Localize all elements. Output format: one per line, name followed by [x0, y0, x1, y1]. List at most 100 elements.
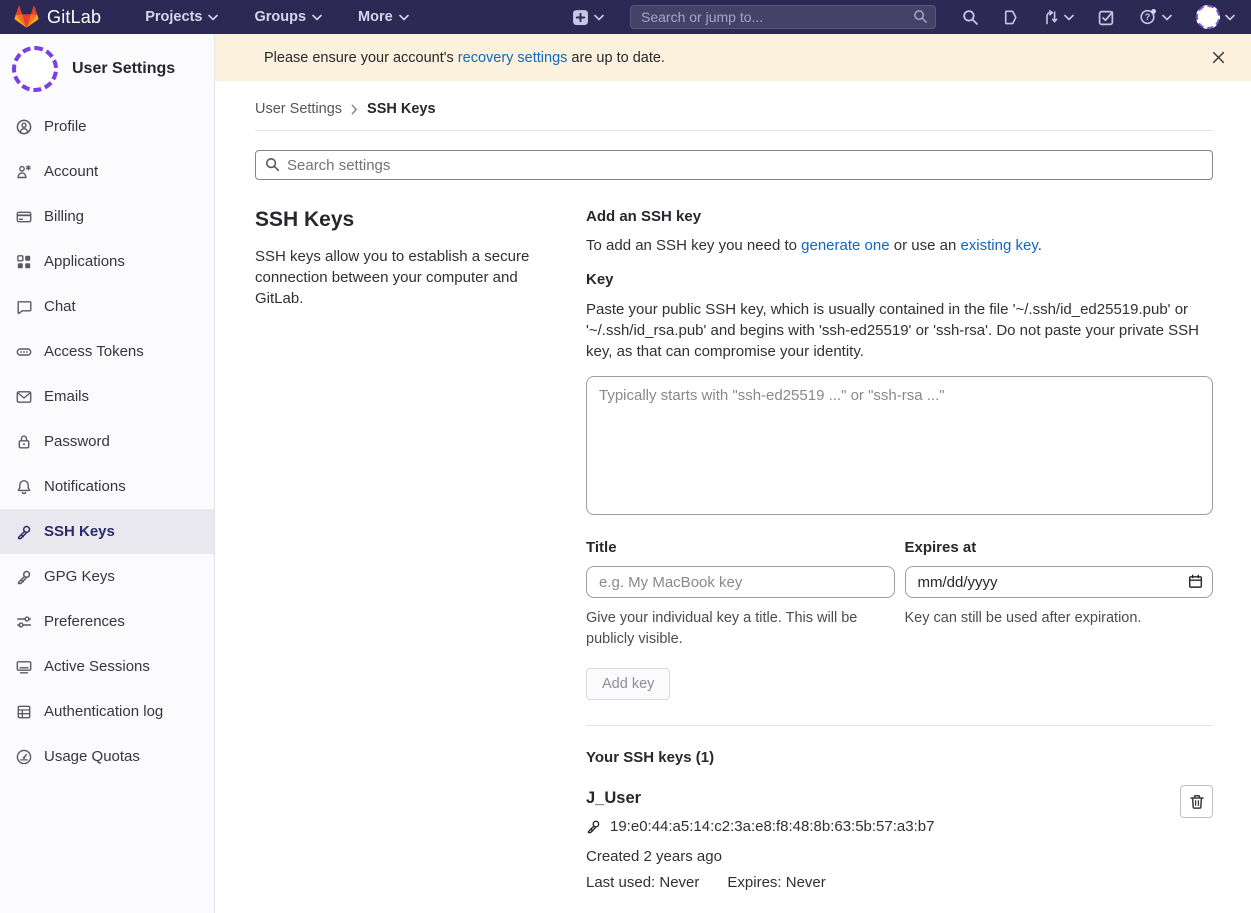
chat-icon: [16, 299, 32, 315]
expires-at-input[interactable]: [905, 566, 1214, 598]
search-icon: [265, 157, 280, 177]
help-icon: ?: [1139, 8, 1157, 26]
delete-key-button[interactable]: [1180, 785, 1213, 818]
alert-text: Please ensure your account's recovery se…: [264, 50, 665, 66]
new-menu-button[interactable]: [560, 9, 616, 26]
notifications-icon: [16, 479, 32, 495]
sidebar-item-active-sessions[interactable]: Active Sessions: [0, 644, 214, 689]
sidebar-item-account[interactable]: Account: [0, 149, 214, 194]
alert-text-after: are up to date.: [567, 50, 665, 66]
title-help-text: Give your individual key a title. This w…: [586, 608, 895, 650]
sidebar-item-label: Password: [44, 433, 110, 450]
sidebar-item-password[interactable]: Password: [0, 419, 214, 464]
key-title-input[interactable]: [586, 566, 895, 598]
sidebar-item-notifications[interactable]: Notifications: [0, 464, 214, 509]
notification-dot: [1151, 9, 1156, 14]
sidebar-item-chat[interactable]: Chat: [0, 284, 214, 329]
active-sessions-icon: [16, 659, 32, 675]
gitlab-wordmark: GitLab: [47, 7, 101, 28]
menu-groups[interactable]: Groups: [254, 9, 322, 25]
sidebar-item-ssh-keys[interactable]: SSH Keys: [0, 509, 214, 554]
user-avatar-large: [12, 46, 58, 92]
merge-requests-button[interactable]: [1031, 9, 1086, 26]
ssh-key-list-item: J_User 19:e0:44:a5:14:c2:3a:e8:f8:48:8b:…: [586, 789, 1213, 891]
sidebar-item-label: Usage Quotas: [44, 748, 140, 765]
sidebar-item-profile[interactable]: Profile: [0, 104, 214, 149]
ssh-key-textarea[interactable]: [586, 376, 1213, 515]
chevron-down-icon: [1162, 14, 1172, 21]
applications-icon: [16, 254, 32, 270]
settings-search-input[interactable]: [255, 150, 1213, 180]
preferences-icon: [16, 614, 32, 630]
help-menu-button[interactable]: ?: [1127, 8, 1184, 26]
your-ssh-keys-heading: Your SSH keys (1): [586, 749, 1213, 766]
page-title: SSH Keys: [255, 208, 540, 232]
ssh-key-last-used: Last used: Never: [586, 874, 699, 891]
breadcrumb-current: SSH Keys: [367, 101, 436, 117]
usage-quotas-icon: [16, 749, 32, 765]
sidebar-item-label: Authentication log: [44, 703, 163, 720]
user-avatar: [1196, 5, 1220, 29]
sidebar-item-label: Emails: [44, 388, 89, 405]
sidebar-item-usage-quotas[interactable]: Usage Quotas: [0, 734, 214, 779]
todos-button[interactable]: [1086, 9, 1127, 26]
existing-key-link[interactable]: existing key: [960, 237, 1037, 254]
sidebar-item-label: Applications: [44, 253, 125, 270]
settings-sidebar: User Settings Profile Account Billing Ap…: [0, 34, 215, 913]
sidebar-item-billing[interactable]: Billing: [0, 194, 214, 239]
sidebar-item-authentication-log[interactable]: Authentication log: [0, 689, 214, 734]
ssh-key-title: J_User: [586, 789, 1213, 808]
chevron-down-icon: [312, 14, 322, 21]
add-ssh-key-intro: To add an SSH key you need to generate o…: [586, 237, 1213, 254]
profile-icon: [16, 119, 32, 135]
ssh-key-fingerprint: 19:e0:44:a5:14:c2:3a:e8:f8:48:8b:63:5b:5…: [610, 818, 934, 835]
alert-close-button[interactable]: [1208, 47, 1229, 68]
recovery-settings-link[interactable]: recovery settings: [458, 50, 568, 66]
generate-one-link[interactable]: generate one: [801, 237, 889, 254]
add-key-button[interactable]: Add key: [586, 668, 670, 700]
ssh-key-created: Created 2 years ago: [586, 848, 1213, 865]
sidebar-item-label: Active Sessions: [44, 658, 150, 675]
global-search: [630, 5, 936, 29]
menu-projects[interactable]: Projects: [145, 9, 218, 25]
menu-more[interactable]: More: [358, 9, 409, 25]
sidebar-item-label: Chat: [44, 298, 76, 315]
close-icon: [1212, 51, 1225, 64]
search-icon: [913, 9, 928, 29]
key-label: Key: [586, 271, 1213, 288]
password-icon: [16, 434, 32, 450]
sidebar-item-gpg-keys[interactable]: GPG Keys: [0, 554, 214, 599]
recovery-settings-alert: Please ensure your account's recovery se…: [215, 34, 1251, 81]
merge-request-icon: [1043, 9, 1059, 26]
sidebar-item-label: GPG Keys: [44, 568, 115, 585]
alert-text-before: Please ensure your account's: [264, 50, 458, 66]
global-search-input[interactable]: [630, 5, 936, 29]
gitlab-logo[interactable]: GitLab: [14, 5, 101, 29]
key-icon: [586, 819, 601, 834]
tanuki-icon: [14, 5, 39, 29]
sidebar-item-label: Access Tokens: [44, 343, 144, 360]
calendar-icon[interactable]: [1188, 574, 1203, 594]
ssh-keys-icon: [16, 524, 32, 540]
chevron-down-icon: [1064, 14, 1074, 21]
chevron-down-icon: [1225, 14, 1235, 21]
sidebar-nav: Profile Account Billing Applications Cha…: [0, 104, 214, 779]
add-ssh-key-heading: Add an SSH key: [586, 208, 1213, 225]
sidebar-title: User Settings: [72, 60, 175, 78]
section-divider: [586, 725, 1213, 726]
sidebar-item-preferences[interactable]: Preferences: [0, 599, 214, 644]
emails-icon: [16, 389, 32, 405]
user-menu-button[interactable]: [1184, 5, 1237, 29]
access-tokens-icon: [16, 344, 32, 360]
breadcrumb-parent[interactable]: User Settings: [255, 101, 342, 117]
sidebar-item-applications[interactable]: Applications: [0, 239, 214, 284]
account-icon: [16, 164, 32, 180]
settings-search: [255, 150, 1213, 180]
key-help-text: Paste your public SSH key, which is usua…: [586, 299, 1213, 362]
issues-button[interactable]: [991, 9, 1031, 26]
issues-icon: [1003, 9, 1019, 26]
search-button[interactable]: [950, 9, 991, 26]
sidebar-item-access-tokens[interactable]: Access Tokens: [0, 329, 214, 374]
menu-label: Projects: [145, 9, 202, 25]
sidebar-item-emails[interactable]: Emails: [0, 374, 214, 419]
